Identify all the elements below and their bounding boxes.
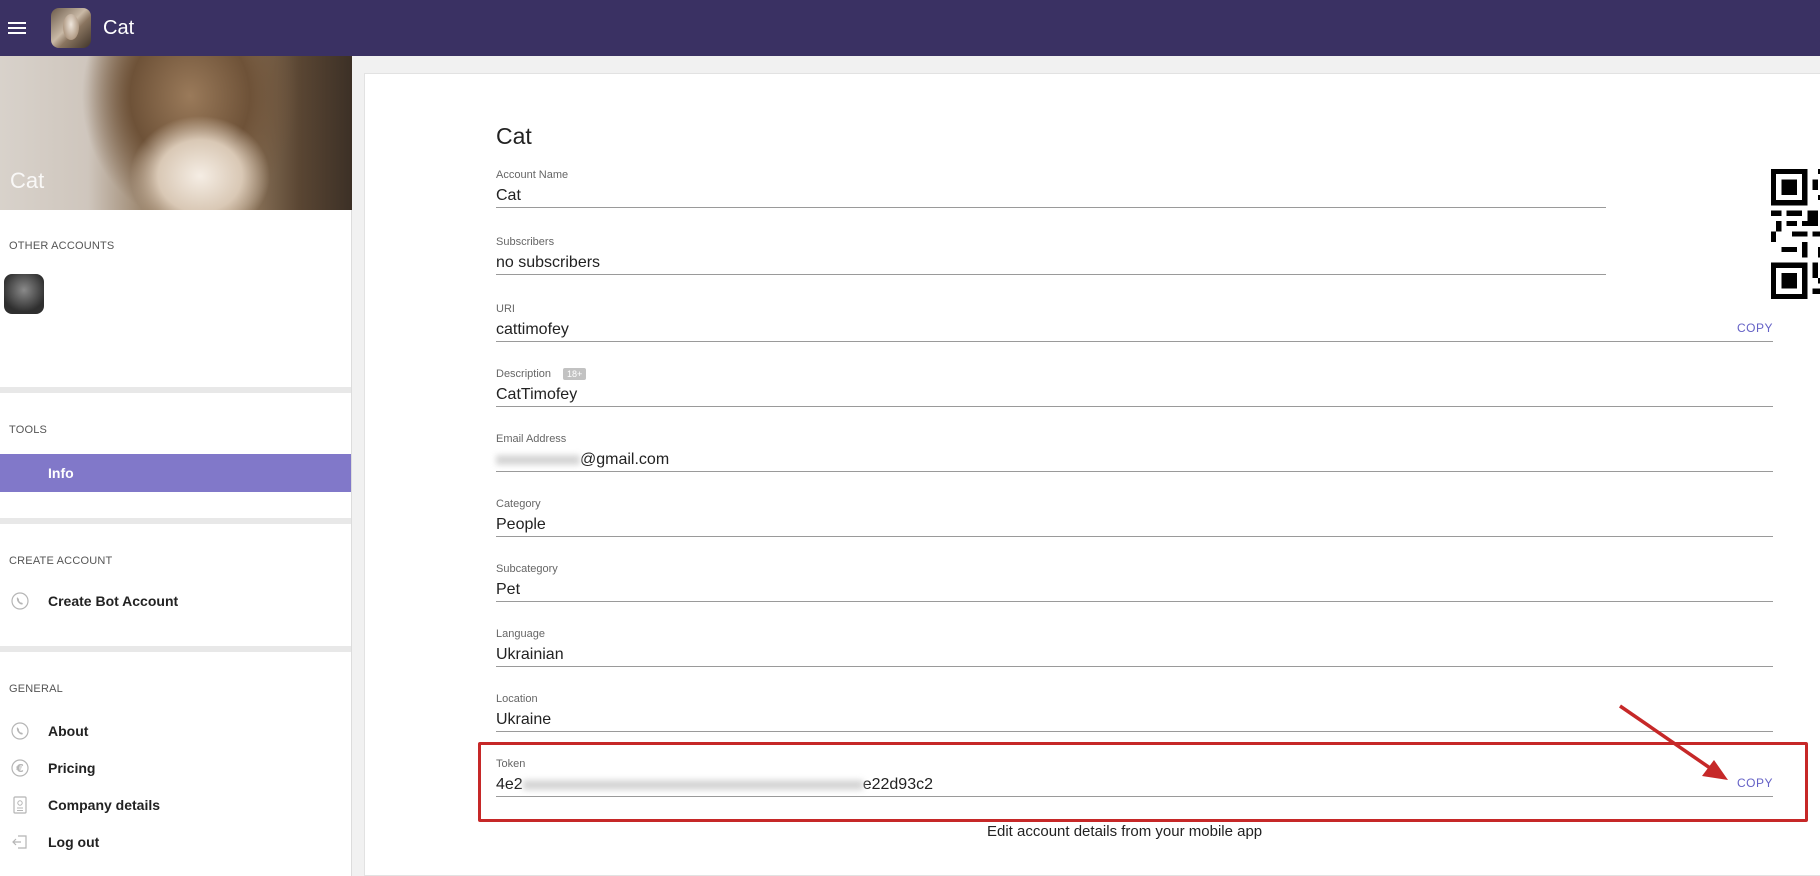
sidebar-item-log-out[interactable]: Log out: [0, 823, 351, 860]
hamburger-icon[interactable]: [8, 0, 32, 56]
sidebar-item-label: Create Bot Account: [48, 592, 179, 609]
field-label: URI: [496, 303, 515, 315]
create-account-label: CREATE ACCOUNT: [9, 555, 113, 567]
mobile-edit-note: Edit account details from your mobile ap…: [987, 823, 1263, 840]
field-label: Email Address: [496, 433, 567, 445]
svg-text:€: €: [15, 762, 24, 775]
sidebar-item-label: About: [48, 722, 89, 739]
account-name-value: Cat: [496, 187, 521, 204]
email-domain: @gmail.com: [580, 451, 670, 468]
account-cover-image: Cat: [0, 56, 352, 210]
field-label: Account Name: [496, 169, 569, 181]
account-name-field: Account Name Cat: [496, 168, 1606, 208]
cover-account-name: Cat: [10, 168, 45, 193]
other-accounts-section: OTHER ACCOUNTS: [0, 210, 351, 387]
location-value: Ukraine: [496, 711, 552, 728]
sidebar-item-pricing[interactable]: € Pricing: [0, 749, 351, 786]
field-label: Location: [496, 693, 538, 705]
location-field: Location Ukraine: [496, 692, 1773, 732]
sidebar-item-info[interactable]: Info: [0, 454, 351, 492]
field-label: Description 18+: [496, 367, 1773, 381]
other-account-avatar[interactable]: [4, 274, 44, 314]
top-app-bar: Cat: [0, 0, 1820, 56]
token-highlight-box: [478, 742, 1808, 822]
sidebar-item-company-details[interactable]: Company details: [0, 786, 351, 823]
qr-code: [1771, 169, 1820, 299]
tools-label: TOOLS: [9, 424, 48, 436]
create-account-section: CREATE ACCOUNT Create Bot Account: [0, 524, 351, 646]
sidebar-item-label: Log out: [48, 833, 100, 850]
field-label: Language: [496, 628, 545, 640]
general-section: GENERAL About € Pricing Company details: [0, 652, 351, 860]
subcategory-value: Pet: [496, 581, 521, 598]
field-label: Subcategory: [496, 563, 558, 575]
sidebar-item-label: Company details: [48, 796, 161, 813]
other-accounts-label: OTHER ACCOUNTS: [9, 240, 115, 252]
sidebar-item-about[interactable]: About: [0, 712, 351, 749]
age-rating-badge: 18+: [563, 368, 587, 380]
account-avatar[interactable]: [51, 8, 91, 48]
subscribers-value: no subscribers: [496, 254, 601, 271]
category-value: People: [496, 516, 546, 533]
category-field: Category People: [496, 497, 1773, 537]
language-value: Ukrainian: [496, 646, 564, 663]
viber-icon: [9, 720, 31, 742]
red-arrow-annotation: [1619, 704, 1728, 780]
app-title: Cat: [103, 16, 135, 39]
uri-field: URI cattimofey COPY: [496, 302, 1773, 342]
email-value: @gmail.com: [496, 451, 1773, 471]
subcategory-field: Subcategory Pet: [496, 562, 1773, 602]
field-label: Category: [496, 498, 541, 510]
logout-icon: [9, 831, 31, 853]
description-field: Description 18+ CatTimofey: [496, 367, 1773, 407]
page-title: Cat: [496, 123, 532, 149]
general-label: GENERAL: [9, 683, 63, 695]
euro-icon: €: [9, 757, 31, 779]
sidebar-item-label: Pricing: [48, 759, 96, 776]
email-field: Email Address @gmail.com: [496, 432, 1773, 472]
subscribers-field: Subscribers no subscribers: [496, 235, 1606, 275]
description-label: Description: [496, 368, 552, 380]
redacted-text: [496, 454, 580, 465]
tools-section: TOOLS Info: [0, 393, 351, 518]
sidebar: Cat OTHER ACCOUNTS TOOLS Info CREATE ACC…: [0, 56, 352, 876]
description-value: CatTimofey: [496, 386, 578, 403]
copy-uri-button[interactable]: COPY: [1737, 321, 1773, 335]
id-card-icon: [9, 794, 31, 816]
viber-icon: [9, 590, 31, 612]
sidebar-item-create-bot-account[interactable]: Create Bot Account: [0, 582, 351, 619]
uri-value: cattimofey: [496, 321, 569, 338]
language-field: Language Ukrainian: [496, 627, 1773, 667]
field-label: Subscribers: [496, 236, 555, 248]
